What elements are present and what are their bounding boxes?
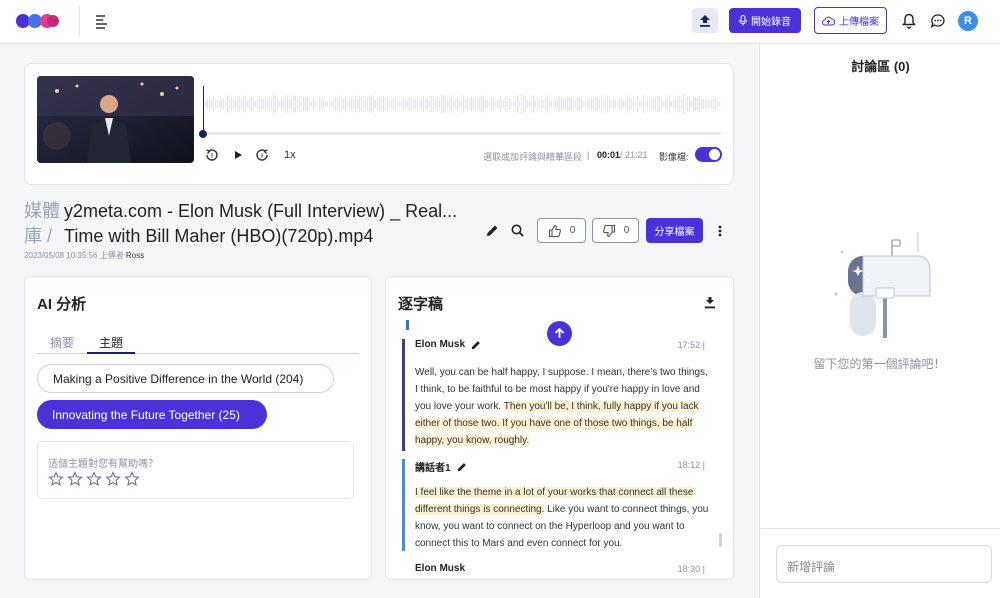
add-comment-input[interactable]: 新增評論	[776, 545, 992, 583]
playhead-line	[203, 86, 204, 134]
speaker-name[interactable]: Elon Musk	[415, 339, 465, 350]
segment-text[interactable]: I feel like the theme in a lot of your w…	[415, 484, 711, 552]
upload-button[interactable]	[692, 8, 718, 33]
mailbox-illustration-icon	[828, 232, 938, 342]
segment-header: Elon Musk	[415, 563, 465, 574]
segment-time[interactable]: 18:30 |	[678, 564, 705, 574]
svg-text:5: 5	[211, 154, 214, 160]
segment-time[interactable]: 18:12 |	[678, 460, 705, 470]
menu-toggle-icon[interactable]	[93, 12, 111, 30]
dislike-button[interactable]: 0	[592, 218, 639, 243]
transcript-segment-partial[interactable]: Elon Musk 18:30 |	[406, 563, 706, 579]
edit-title-icon[interactable]	[486, 224, 499, 237]
video-toggle-label: 影像檔:	[659, 152, 689, 162]
header-divider	[79, 6, 80, 36]
download-icon[interactable]	[704, 296, 716, 309]
audio-waveform[interactable]	[203, 84, 721, 124]
upload-date: 2023/05/08 10:35:56 上傳者	[24, 251, 124, 260]
star-icon[interactable]	[124, 471, 140, 487]
upload-meta: 2023/05/08 10:35:56 上傳者 Ross	[24, 250, 144, 261]
svg-text:5: 5	[261, 154, 264, 160]
top-header: 開始錄音 上傳檔案 R	[0, 0, 1000, 44]
discussion-divider	[760, 528, 1000, 529]
segment-header: Elon Musk	[415, 339, 481, 350]
play-icon[interactable]	[231, 148, 245, 162]
topic-pill-selected[interactable]: Innovating the Future Together (25)	[37, 400, 267, 429]
transcript-panel: 逐字稿 Elon Musk 17:52 | Well, you can be h…	[385, 276, 734, 580]
start-recording-button[interactable]: 開始錄音	[729, 8, 801, 33]
previous-segment-edge	[406, 320, 466, 330]
speaker-name[interactable]: Elon Musk	[415, 563, 465, 574]
upload-file-label: 上傳檔案	[839, 17, 879, 28]
ai-tabs: 摘要 主題	[37, 334, 359, 354]
microphone-icon	[739, 15, 747, 26]
transcript-segment[interactable]: 講話者1 18:12 | I feel like the theme in a …	[402, 459, 708, 551]
speaker-name[interactable]: 講話者1	[415, 459, 451, 474]
tab-summary[interactable]: 摘要	[50, 334, 74, 354]
discussion-title: 討論區 (0)	[851, 59, 910, 74]
transcript-segment[interactable]: Elon Musk 17:52 | Well, you can be half …	[402, 339, 708, 451]
current-time: 00:01	[597, 150, 621, 160]
thumbs-down-icon	[602, 224, 615, 237]
selection-hint: 選取或加評論與精華區段	[483, 152, 583, 162]
library-breadcrumb[interactable]: 媒體庫 /	[24, 199, 60, 249]
topic-feedback: 這個主題對您有幫助嗎？	[37, 441, 354, 499]
playback-speed[interactable]: 1x	[284, 149, 296, 161]
more-options-icon[interactable]	[717, 224, 723, 238]
feedback-question: 這個主題對您有幫助嗎？	[48, 459, 158, 470]
segment-header: 講話者1	[415, 459, 467, 474]
playhead-handle[interactable]	[199, 130, 207, 138]
share-file-button[interactable]: 分享檔案	[646, 218, 703, 243]
transcript-scrollbar[interactable]	[719, 533, 722, 547]
arrow-up-icon	[554, 328, 565, 338]
upload-file-button[interactable]: 上傳檔案	[814, 7, 887, 34]
ai-panel-title: AI 分析	[37, 296, 87, 313]
rewind-icon[interactable]: 5	[205, 148, 219, 162]
progress-track[interactable]	[203, 132, 721, 135]
search-icon[interactable]	[511, 224, 524, 237]
tab-topics[interactable]: 主題	[87, 334, 136, 354]
segment-text[interactable]: Well, you can be half happy, I suppose. …	[415, 364, 711, 449]
media-player: 5 5 1x 選取或加評論與精華區段 | 00:01/ 21:21 影像檔:	[24, 63, 734, 185]
bell-icon[interactable]	[902, 13, 916, 29]
star-icon[interactable]	[86, 471, 102, 487]
scroll-to-top-button[interactable]	[547, 321, 572, 346]
forward-icon[interactable]: 5	[255, 148, 269, 162]
segment-time[interactable]: 17:52 |	[678, 340, 705, 350]
segment-indicator	[402, 339, 405, 451]
like-button[interactable]: 0	[537, 218, 586, 243]
edit-speaker-icon[interactable]	[457, 462, 467, 472]
cloud-upload-icon	[822, 16, 835, 25]
dislike-count: 0	[623, 225, 630, 236]
total-time: / 21:21	[620, 150, 648, 160]
star-icon[interactable]	[105, 471, 121, 487]
user-avatar[interactable]: R	[958, 11, 978, 31]
star-icon[interactable]	[67, 471, 83, 487]
media-title: y2meta.com - Elon Musk (Full Interview) …	[64, 201, 458, 246]
star-rating	[48, 471, 140, 487]
app-logo[interactable]	[16, 11, 60, 31]
discussion-empty-text: 留下您的第一個評論吧！	[813, 357, 946, 371]
chat-icon[interactable]	[930, 13, 946, 29]
edit-speaker-icon[interactable]	[471, 340, 481, 350]
video-toggle[interactable]	[695, 147, 722, 162]
like-count: 0	[569, 225, 576, 236]
thumbs-up-icon	[548, 224, 561, 237]
start-recording-label: 開始錄音	[751, 17, 791, 28]
segment-indicator	[402, 459, 405, 551]
video-thumbnail[interactable]	[37, 76, 194, 163]
transcript-title: 逐字稿	[398, 296, 444, 313]
time-display: 00:01/ 21:21	[597, 150, 648, 160]
topic-pill[interactable]: Making a Positive Difference in the Worl…	[37, 364, 334, 393]
ai-analysis-panel: AI 分析 摘要 主題 Making a Positive Difference…	[24, 276, 372, 580]
uploader-name: Ross	[125, 251, 145, 260]
upload-icon	[700, 15, 710, 27]
hint-separator: |	[587, 150, 590, 160]
star-icon[interactable]	[48, 471, 64, 487]
